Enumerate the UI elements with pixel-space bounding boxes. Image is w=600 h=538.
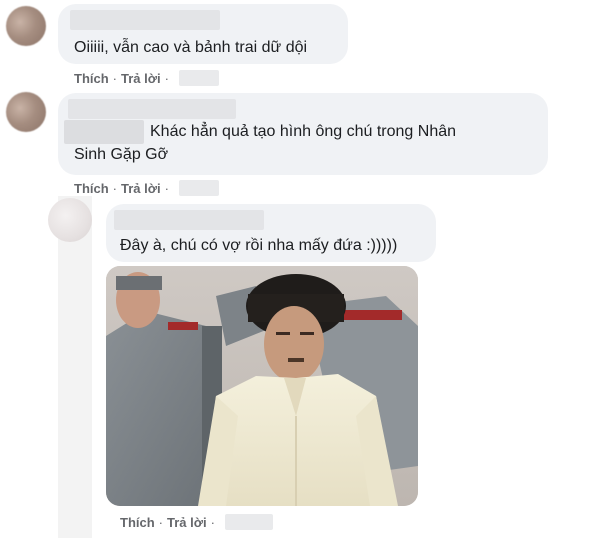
separator-dot: · <box>112 70 118 86</box>
comment-actions: Thích · Trả lời · <box>120 514 273 530</box>
commenter-name-blurred[interactable] <box>70 10 220 30</box>
reply-link[interactable]: Trả lời <box>121 181 161 196</box>
like-link[interactable]: Thích <box>120 515 155 530</box>
separator-dot: · <box>112 180 118 196</box>
commenter-avatar[interactable] <box>6 92 46 132</box>
separator-dot: · <box>158 514 164 530</box>
comment-actions: Thích · Trả lời · <box>74 70 219 86</box>
like-link[interactable]: Thích <box>74 181 109 196</box>
reply-thread-line <box>58 196 92 538</box>
comment-bubble: Đây à, chú có vợ rồi nha mấy đứa :))))) <box>106 204 436 262</box>
commenter-name-blurred[interactable] <box>64 120 144 144</box>
like-link[interactable]: Thích <box>74 71 109 86</box>
separator-dot: · <box>164 70 169 86</box>
timestamp-blurred[interactable] <box>224 514 273 530</box>
photo-scene <box>106 266 418 506</box>
comment-text-line-2: Sinh Gặp Gỡ <box>74 146 169 163</box>
reply-link[interactable]: Trả lời <box>167 515 207 530</box>
comment-photo[interactable] <box>106 266 418 506</box>
comment-text: Đây à, chú có vợ rồi nha mấy đứa :))))) <box>120 237 398 254</box>
timestamp-blurred[interactable] <box>178 180 219 196</box>
commenter-name-blurred[interactable] <box>68 99 236 119</box>
separator-dot: · <box>210 514 215 530</box>
reply-link[interactable]: Trả lời <box>121 71 161 86</box>
comment-actions: Thích · Trả lời · <box>74 180 219 196</box>
comment-text: Oiiiii, vẫn cao và bảnh trai dữ dội <box>74 39 308 56</box>
commenter-name-blurred[interactable] <box>114 210 264 230</box>
commenter-avatar[interactable] <box>48 198 92 242</box>
comment-bubble: Oiiiii, vẫn cao và bảnh trai dữ dội <box>58 4 348 64</box>
comment-bubble: Khác hẳn quả tạo hình ông chú trong Nhân… <box>58 93 548 175</box>
separator-dot: · <box>164 180 169 196</box>
comment-text-line-1: Khác hẳn quả tạo hình ông chú trong Nhân <box>150 123 457 140</box>
commenter-avatar[interactable] <box>6 6 46 46</box>
timestamp-blurred[interactable] <box>178 70 219 86</box>
